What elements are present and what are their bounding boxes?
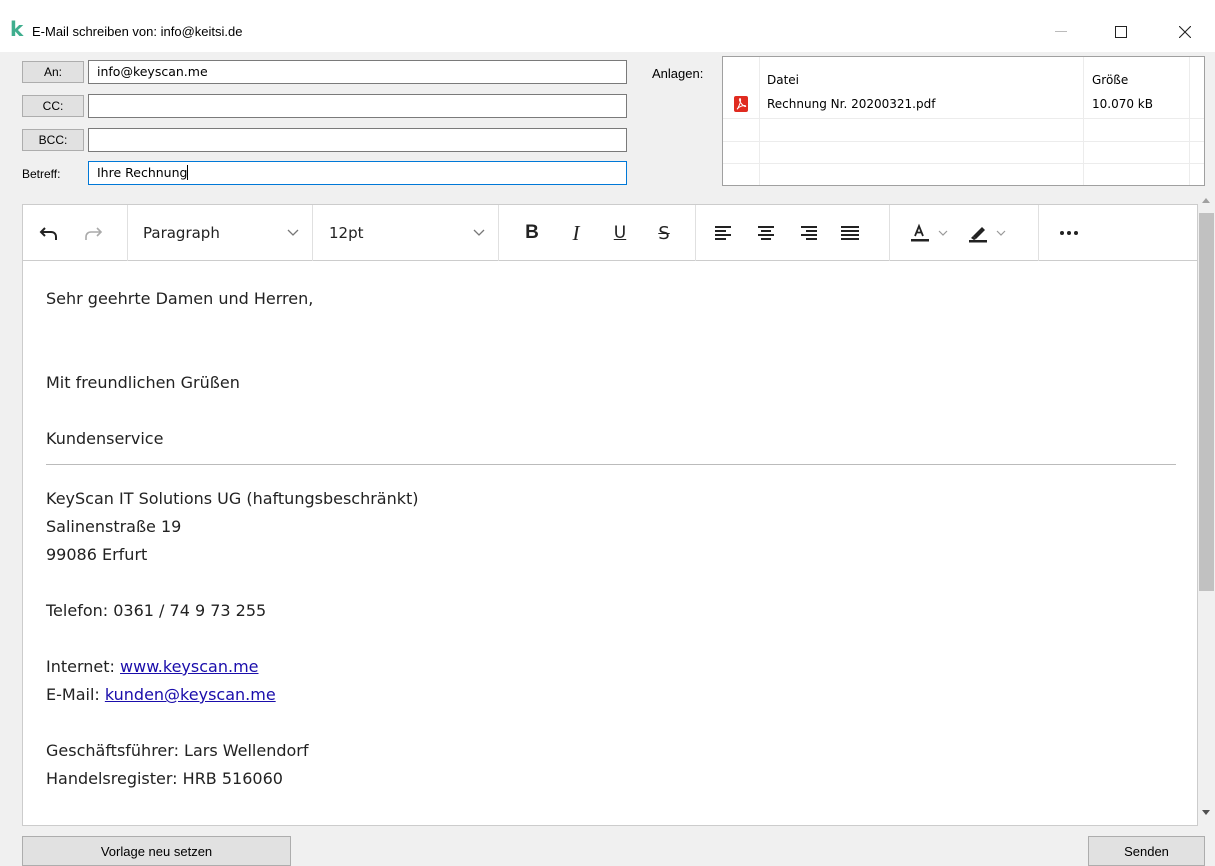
justify-button[interactable] (837, 219, 863, 247)
email-body[interactable]: Sehr geehrte Damen und Herren, Mit freun… (46, 285, 1176, 793)
attachment-file-name[interactable]: Rechnung Nr. 20200321.pdf (767, 97, 935, 111)
sig-company: KeyScan IT Solutions UG (haftungsbeschrä… (46, 489, 419, 508)
underline-button[interactable]: U (607, 219, 633, 247)
text-caret (187, 165, 189, 180)
vertical-scrollbar[interactable] (1198, 192, 1215, 826)
minimize-button[interactable] (1038, 18, 1084, 46)
close-button[interactable] (1162, 18, 1208, 46)
align-right-icon (801, 226, 817, 240)
sig-internet-line: Internet: www.keyscan.me (46, 653, 1176, 681)
body-closing: Mit freundlichen Grüßen (46, 373, 240, 392)
italic-button[interactable]: I (563, 219, 589, 247)
app-logo-icon: k (10, 17, 24, 41)
bcc-field[interactable] (88, 128, 627, 152)
align-left-icon (715, 226, 731, 240)
block-format-value: Paragraph (143, 224, 220, 242)
text-color-icon (911, 223, 929, 242)
more-button[interactable] (1054, 219, 1084, 247)
window-title: E-Mail schreiben von: info@keitsi.de (32, 24, 243, 39)
signature-divider (46, 464, 1176, 465)
underline-icon: U (613, 223, 627, 243)
sig-internet-label: Internet: (46, 657, 121, 676)
minimize-icon (1055, 31, 1067, 32)
highlight-color-button[interactable] (963, 219, 993, 247)
font-size-value: 12pt (329, 224, 364, 242)
chevron-down-icon (283, 219, 303, 247)
body-greeting: Sehr geehrte Damen und Herren, (46, 289, 314, 308)
editor-toolbar: Paragraph 12pt B I U S (23, 205, 1197, 261)
sig-email-line: E-Mail: kunden@keyscan.me (46, 681, 1176, 709)
website-link[interactable]: www.keyscan.me (120, 657, 258, 676)
bcc-button[interactable]: BCC: (22, 129, 84, 151)
highlighter-icon (969, 227, 987, 243)
rich-text-editor[interactable]: Paragraph 12pt B I U S Sehr geehrte Dame… (22, 204, 1198, 826)
redo-icon (85, 227, 103, 240)
attachments-label: Anlagen: (652, 66, 704, 81)
strikethrough-button[interactable]: S (651, 219, 677, 247)
title-bar: k E-Mail schreiben von: info@keitsi.de (0, 0, 1215, 52)
to-field[interactable]: info@keyscan.me (88, 60, 627, 84)
scrollbar-thumb[interactable] (1199, 213, 1214, 591)
reset-template-button[interactable]: Vorlage neu setzen (22, 836, 291, 866)
sig-email-label: E-Mail: (46, 685, 105, 704)
align-center-button[interactable] (753, 219, 779, 247)
sig-street: Salinenstraße 19 (46, 517, 182, 536)
cc-button[interactable]: CC: (22, 95, 84, 117)
sig-register: Handelsregister: HRB 516060 (46, 769, 283, 788)
chevron-down-icon (935, 219, 951, 247)
align-left-button[interactable] (711, 219, 737, 247)
maximize-icon (1115, 26, 1127, 38)
subject-field[interactable]: Ihre Rechnung (88, 161, 627, 185)
more-icon (1060, 231, 1078, 235)
send-button[interactable]: Senden (1088, 836, 1205, 866)
chevron-down-icon (993, 219, 1009, 247)
cc-field[interactable] (88, 94, 627, 118)
undo-button[interactable] (35, 219, 63, 247)
align-right-button[interactable] (795, 219, 821, 247)
sig-city: 99086 Erfurt (46, 545, 148, 564)
column-header-size[interactable]: Größe (1092, 73, 1128, 87)
redo-button[interactable] (79, 219, 107, 247)
sig-phone: Telefon: 0361 / 74 9 73 255 (46, 601, 267, 620)
justify-icon (841, 226, 859, 240)
attachments-table[interactable]: Datei Größe Rechnung Nr. 20200321.pdf 10… (722, 56, 1205, 186)
subject-label: Betreff: (22, 167, 61, 181)
subject-text: Ihre Rechnung (97, 165, 188, 180)
pdf-icon (734, 96, 748, 112)
font-size-select[interactable]: 12pt (329, 219, 469, 247)
bold-icon: B (525, 222, 539, 243)
block-format-select[interactable]: Paragraph (143, 219, 303, 247)
email-link[interactable]: kunden@keyscan.me (105, 685, 276, 704)
close-icon (1179, 26, 1191, 38)
italic-icon: I (572, 220, 580, 245)
column-header-file[interactable]: Datei (767, 73, 799, 87)
scroll-up-icon[interactable] (1202, 198, 1210, 203)
strikethrough-icon: S (658, 222, 670, 244)
align-center-icon (758, 226, 774, 240)
chevron-down-icon (469, 219, 489, 247)
attachment-file-size: 10.070 kB (1092, 97, 1153, 111)
text-color-button[interactable] (905, 219, 935, 247)
to-button[interactable]: An: (22, 61, 84, 83)
undo-icon (39, 227, 57, 240)
sig-ceo: Geschäftsführer: Lars Wellendorf (46, 741, 309, 760)
body-team: Kundenservice (46, 429, 164, 448)
scroll-down-icon[interactable] (1202, 810, 1210, 815)
maximize-button[interactable] (1098, 18, 1144, 46)
bold-button[interactable]: B (519, 219, 545, 247)
